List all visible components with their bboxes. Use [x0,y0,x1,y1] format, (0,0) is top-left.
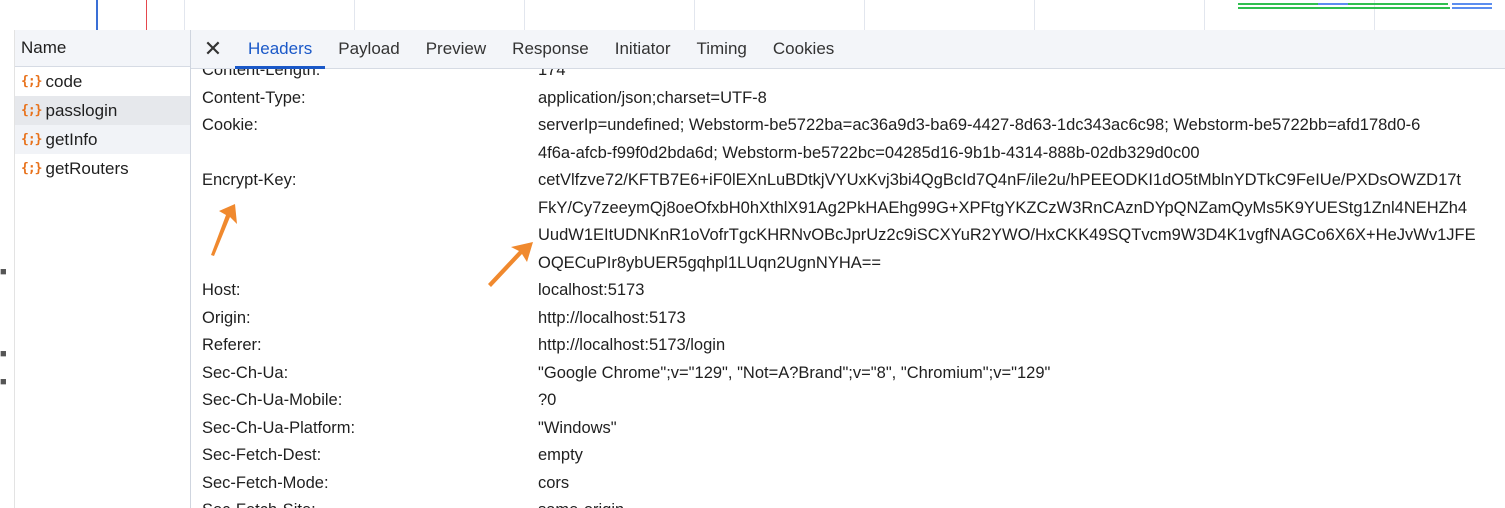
header-name: Sec-Fetch-Mode: [202,473,329,492]
timeline-gridline [1204,0,1205,30]
header-value: ?0 [538,387,1505,415]
timeline-gridline [864,0,865,30]
header-value-line: same-origin [538,497,1505,508]
timeline-request-bar [1452,7,1492,9]
header-row[interactable]: Cookie: serverIp=undefined; Webstorm-be57… [191,112,1505,167]
tab-initiator[interactable]: Initiator [602,30,684,68]
detail-tab-bar: ✕ Headers Payload Preview Response Initi… [191,30,1505,69]
timeline-domcontentloaded-marker [96,0,98,30]
header-value-line: ?0 [538,391,557,409]
timeline-gridline [524,0,525,30]
header-value-line: "Windows" [538,418,617,437]
json-icon: {;} [21,132,43,147]
tab-payload[interactable]: Payload [325,30,412,68]
header-row[interactable]: Origin: http://localhost:5173 [191,305,1505,333]
tab-headers[interactable]: Headers [235,30,326,69]
truncated-glyph: ■ [0,348,7,360]
request-row-getrouters[interactable]: {;} getRouters [15,154,190,183]
request-row-getinfo[interactable]: {;} getInfo [15,125,190,154]
arrow-annotation-icon [488,242,533,287]
header-row[interactable]: Encrypt-Key: cetVlfzve72/KFTB7E6+iF0lEXnL… [191,167,1505,277]
header-value-line: cors [538,473,570,492]
header-value: "Google Chrome";v="129", "Not=A?Brand";v… [538,360,1505,388]
header-name: Sec-Ch-Ua-Mobile: [202,391,343,409]
header-value: cors [538,470,1505,498]
header-value-line: http://localhost:5173 [538,308,686,327]
header-row[interactable]: Sec-Ch-Ua: "Google Chrome";v="129", "Not=… [191,360,1505,388]
request-name: passlogin [45,101,118,120]
request-list: Name {;} code {;} passlogin {;} getInfo … [15,30,191,508]
header-value: cetVlfzve72/KFTB7E6+iF0lEXnLuBDtkjVYUxKv… [538,167,1505,277]
network-timeline-overview[interactable] [0,0,1505,31]
timeline-gridline [354,0,355,30]
header-name: Referer: [202,336,262,354]
header-row[interactable]: Host: localhost:5173 [191,277,1505,305]
header-value-line: cetVlfzve72/KFTB7E6+iF0lEXnLuBDtkjVYUxKv… [538,171,1462,189]
header-value-line: http://localhost:5173/login [538,336,726,354]
request-headers-list: Content-Length: 174 Content-Type: applicati… [191,57,1505,508]
close-icon[interactable]: ✕ [191,30,235,68]
request-name: getInfo [45,130,98,149]
header-row[interactable]: Sec-Ch-Ua-Platform: "Windows" [191,415,1505,443]
arrow-annotation-icon [211,204,237,256]
json-icon: {;} [21,161,43,176]
header-value-line: empty [538,446,583,464]
header-value: serverIp=undefined; Webstorm-be5722ba=ac… [538,112,1505,167]
timeline-request-bar [1452,3,1492,5]
truncated-glyph: ■ [0,266,7,278]
header-row[interactable]: Sec-Fetch-Mode: cors [191,470,1505,498]
header-value: http://localhost:5173 [538,305,1505,333]
header-value: empty [538,442,1505,470]
header-value-line: localhost:5173 [538,281,645,299]
request-name: code [45,72,83,91]
header-name: Sec-Ch-Ua-Platform: [202,418,356,437]
tab-timing[interactable]: Timing [683,30,759,68]
header-name: Sec-Ch-Ua: [202,363,289,382]
header-name: Origin: [202,308,251,327]
header-name: Sec-Fetch-Site: [191,497,538,508]
adjacent-panel-edge: ■ ■ ■ [0,30,15,508]
header-name: Host: [202,281,241,299]
header-value: localhost:5173 [538,277,1505,305]
name-column-header[interactable]: Name [15,30,190,67]
request-name: getRouters [45,159,129,178]
truncated-glyph: ■ [0,376,7,388]
header-value-line: UudW1EItUDNKnR1oVofrTgcKHRNvOBcJprUz2c9i… [538,226,1476,244]
header-name: Cookie: [202,116,258,134]
timeline-load-marker [146,0,147,30]
timeline-gridline [694,0,695,30]
request-detail-panel: Content-Length: 174 Content-Type: applicati… [191,30,1505,508]
timeline-request-bar [1318,3,1348,5]
tab-response[interactable]: Response [499,30,602,68]
request-row-code[interactable]: {;} code [15,67,190,96]
header-value-line: 4f6a-afcb-f99f0d2bda6d; Webstorm-be5722b… [538,143,1200,162]
request-row-passlogin[interactable]: {;} passlogin [15,96,190,125]
timeline-request-bar [1238,7,1450,9]
header-row[interactable]: Referer: http://localhost:5173/login [191,332,1505,360]
tab-preview[interactable]: Preview [413,30,499,68]
header-value-line: OQECuPIr8ybUER5gqhpl1LUqn2UgnNYHA== [538,253,882,272]
tab-cookies[interactable]: Cookies [760,30,847,68]
header-name: Encrypt-Key: [202,171,297,189]
header-value-line: FkY/Cy7zeeymQj8oeOfxbH0hXthlX91Ag2PkHAEh… [538,198,1468,217]
header-value: http://localhost:5173/login [538,332,1505,360]
header-name: Sec-Fetch-Dest: [202,446,322,464]
timeline-gridline [184,0,185,30]
header-row[interactable]: Sec-Fetch-Site:same-origin [191,497,1505,508]
header-value: "Windows" [538,415,1505,443]
header-row[interactable]: Sec-Fetch-Dest: empty [191,442,1505,470]
header-value: same-origin [538,497,1505,508]
header-value-line: "Google Chrome";v="129", "Not=A?Brand";v… [538,363,1051,382]
header-name: Content-Type: [202,88,306,107]
json-icon: {;} [21,103,43,118]
header-value-line: serverIp=undefined; Webstorm-be5722ba=ac… [538,116,1421,134]
timeline-gridline [1034,0,1035,30]
header-value: application/json;charset=UTF-8 [538,85,1505,113]
header-value-line: application/json;charset=UTF-8 [538,88,767,107]
header-row[interactable]: Sec-Ch-Ua-Mobile: ?0 [191,387,1505,415]
header-row[interactable]: Content-Type: application/json;charset=UT… [191,85,1505,113]
json-icon: {;} [21,74,43,89]
